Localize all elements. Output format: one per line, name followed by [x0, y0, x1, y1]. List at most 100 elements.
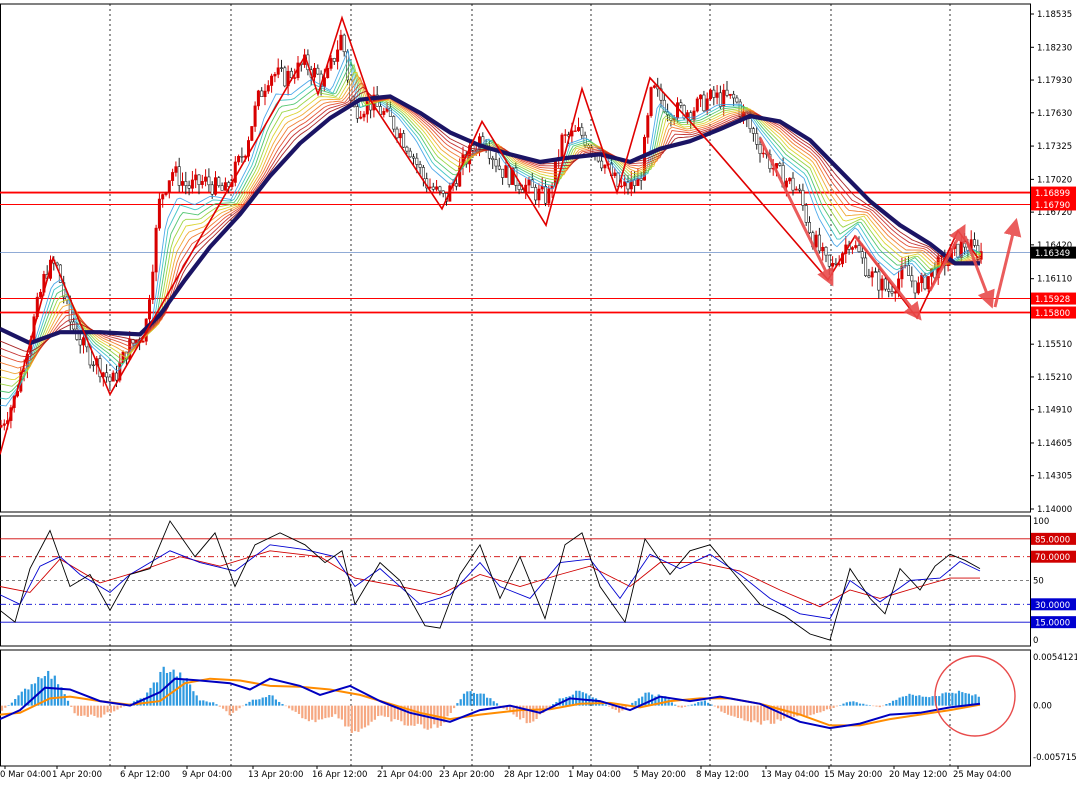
candle-body	[2, 423, 6, 426]
macd-histogram-bar	[677, 705, 680, 708]
candle-body	[312, 67, 316, 78]
level-label: 1.16899	[1035, 189, 1070, 199]
macd-histogram-bar	[697, 702, 700, 706]
macd-histogram-bar	[931, 696, 934, 706]
macd-histogram-bar	[7, 705, 10, 706]
macd-histogram-bar	[750, 705, 753, 723]
oscillator-tick-label: 50	[1033, 577, 1044, 587]
macd-histogram-bar	[113, 705, 116, 712]
macd-histogram-bar	[278, 701, 281, 706]
macd-histogram-bar	[710, 704, 713, 706]
macd-histogram-bar	[80, 705, 83, 716]
macd-histogram-bar	[948, 692, 951, 706]
macd-histogram-bar	[944, 692, 947, 706]
macd-histogram-bar	[53, 675, 56, 706]
macd-histogram-bar	[690, 704, 693, 706]
candle-body	[207, 176, 211, 186]
macd-histogram-bar	[819, 705, 822, 713]
candle-body	[214, 177, 218, 195]
macd-histogram-bar	[730, 705, 733, 716]
price-tick-label: 1.14305	[1037, 472, 1072, 482]
candle-body	[157, 198, 161, 229]
candle-body	[860, 251, 864, 259]
macd-histogram-bar	[720, 705, 723, 712]
macd-histogram-bar	[809, 705, 812, 716]
time-tick-label: 15 May 20:00	[824, 770, 882, 780]
candle-body	[0, 425, 3, 428]
macd-histogram-bar	[918, 695, 921, 706]
macd-histogram-bar	[363, 705, 367, 728]
macd-histogram-bar	[875, 705, 878, 707]
macd-histogram-bar	[314, 705, 317, 723]
macd-histogram-bar	[908, 693, 911, 706]
macd-histogram-bar	[228, 705, 231, 716]
macd-histogram-bar	[301, 705, 304, 719]
macd-histogram-bar	[202, 700, 205, 706]
candle-body	[831, 262, 835, 267]
price-tick-label: 1.17020	[1037, 175, 1072, 185]
macd-histogram-bar	[674, 704, 677, 706]
macd-histogram-bar	[713, 705, 716, 707]
candle-body	[204, 176, 208, 182]
candle-body	[735, 97, 739, 103]
candle-body	[270, 75, 274, 86]
macd-histogram-bar	[608, 705, 611, 707]
candle-body	[784, 180, 788, 188]
macd-histogram-bar	[212, 702, 215, 706]
candle-body	[755, 133, 759, 145]
macd-histogram-bar	[172, 669, 175, 706]
macd-histogram-bar	[248, 701, 251, 706]
candle-body	[332, 58, 336, 62]
macd-histogram-bar	[0, 705, 4, 711]
candle-body	[619, 185, 623, 188]
candle-body	[807, 222, 811, 234]
macd-histogram-bar	[717, 705, 720, 709]
candle-body	[256, 90, 260, 107]
macd-histogram-bar	[911, 694, 914, 706]
macd-histogram-bar	[895, 699, 898, 706]
macd-histogram-bar	[647, 692, 650, 706]
macd-histogram-bar	[93, 705, 96, 716]
candle-body	[111, 372, 115, 382]
macd-histogram-bar	[522, 705, 525, 719]
candle-body	[438, 186, 442, 192]
candle-body	[273, 74, 277, 77]
macd-histogram-bar	[271, 695, 274, 706]
macd-histogram-bar	[822, 705, 825, 712]
candle-body	[534, 187, 538, 201]
candle-body	[857, 245, 861, 252]
candle-body	[181, 181, 185, 186]
macd-histogram-bar	[347, 705, 350, 727]
macd-histogram-bar	[294, 705, 297, 712]
macd-histogram-bar	[66, 700, 70, 706]
macd-histogram-bar	[469, 691, 472, 706]
macd-histogram-bar	[24, 688, 27, 706]
macd-histogram-bar	[878, 705, 881, 708]
candle-body	[177, 166, 181, 186]
macd-histogram-bar	[103, 705, 106, 715]
candle-body	[963, 241, 967, 248]
macd-histogram-bar	[829, 705, 832, 710]
macd-histogram-bar	[175, 676, 178, 706]
candle-body	[339, 34, 343, 51]
macd-histogram-bar	[317, 705, 320, 720]
macd-histogram-bar	[726, 705, 730, 715]
macd-histogram-bar	[832, 705, 835, 708]
candle-body	[543, 185, 547, 204]
candle-body	[405, 146, 409, 152]
macd-histogram-bar	[99, 705, 103, 718]
candle-body	[639, 178, 643, 181]
candle-body	[580, 127, 584, 136]
time-tick-label: 20 May 12:00	[889, 770, 947, 780]
macd-histogram-bar	[198, 700, 202, 706]
macd-histogram-bar	[241, 705, 244, 707]
candle-body	[167, 180, 171, 193]
macd-histogram-bar	[255, 699, 258, 706]
macd-histogram-bar	[446, 705, 449, 717]
macd-histogram-bar	[96, 705, 99, 718]
candle-body	[365, 101, 369, 115]
macd-histogram-bar	[179, 672, 182, 706]
time-tick-label: 1 May 04:00	[568, 770, 621, 780]
macd-histogram-bar	[225, 705, 228, 712]
candle-body	[613, 172, 617, 176]
